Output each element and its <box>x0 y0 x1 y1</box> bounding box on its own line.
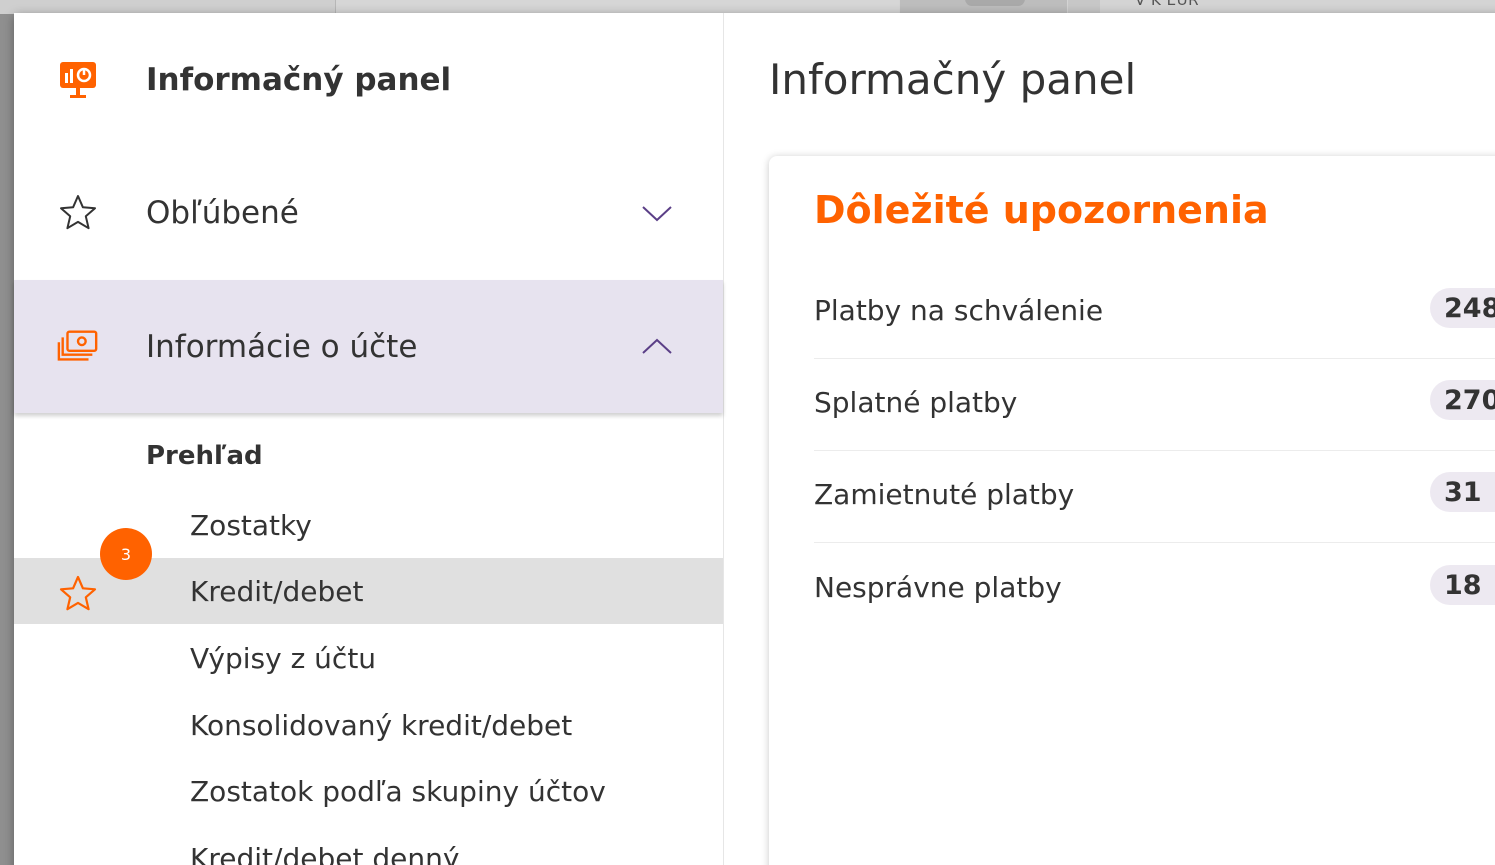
alerts-card: Dôležité upozornenia Platby na schváleni… <box>769 156 1495 865</box>
dashboard-icon <box>56 58 100 102</box>
menu-item-label: Informačný panel <box>146 62 452 98</box>
alert-row-rejected[interactable]: Zamietnuté platby 31 <box>814 450 1495 543</box>
submenu-item-label: Zostatok podľa skupiny účtov <box>190 774 606 808</box>
submenu-item-statements[interactable]: Výpisy z účtu <box>14 625 723 691</box>
alert-row-invalid[interactable]: Nesprávne platby 18 <box>814 543 1495 635</box>
submenu-heading-overview: Prehľad <box>146 441 263 471</box>
chevron-up-icon[interactable] <box>640 337 674 357</box>
accounts-icon <box>56 327 100 367</box>
submenu-item-group-balance[interactable]: Zostatok podľa skupiny účtov <box>14 758 723 824</box>
menu-item-dashboard[interactable]: Informačný panel <box>14 47 723 113</box>
page-title: Informačný panel <box>769 55 1137 104</box>
background-pill <box>965 0 1025 6</box>
menu-item-label: Informácie o účte <box>146 328 418 365</box>
menu-item-favorites[interactable]: Obľúbené <box>14 180 723 246</box>
background-text: V K EUR <box>1135 0 1200 9</box>
submenu-item-label: Výpisy z účtu <box>190 641 377 675</box>
alert-label: Nesprávne platby <box>814 571 1062 604</box>
alert-row-due[interactable]: Splatné platby 270 <box>814 358 1495 451</box>
background-field <box>336 0 899 14</box>
star-outline-orange-icon[interactable] <box>58 574 98 614</box>
alert-count-badge: 248 <box>1430 288 1495 328</box>
submenu-item-label: Konsolidovaný kredit/debet <box>190 708 573 742</box>
star-icon <box>56 193 100 233</box>
submenu-item-daily-credit-debit[interactable]: Kredit/debet denný <box>14 825 723 865</box>
submenu-item-label: Zostatky <box>190 508 312 542</box>
menu-item-label: Obľúbené <box>146 195 299 231</box>
background-field <box>1068 0 1100 14</box>
chevron-down-icon[interactable] <box>640 203 674 223</box>
alert-label: Zamietnuté platby <box>814 478 1075 511</box>
page: V K EUR Informačný panel Obľúbené Inform… <box>0 0 1495 865</box>
alert-label: Platby na schválenie <box>814 294 1104 327</box>
alert-count-badge: 18 <box>1430 565 1495 605</box>
alert-row-approval[interactable]: Platby na schválenie 248 <box>814 266 1495 359</box>
alert-count-badge: 31 <box>1430 472 1495 512</box>
background-field <box>0 0 336 14</box>
menu-item-account-info[interactable]: Informácie o účte <box>14 280 723 413</box>
side-menu: Informačný panel Obľúbené Informácie o ú… <box>14 13 724 865</box>
submenu-item-label: Kredit/debet denný <box>190 841 460 865</box>
alert-count-badge: 270 <box>1430 380 1495 420</box>
navigation-panel: Informačný panel Obľúbené Informácie o ú… <box>14 13 1495 865</box>
card-title: Dôležité upozornenia <box>814 188 1269 232</box>
alert-label: Splatné platby <box>814 386 1018 419</box>
favorites-count-badge: 3 <box>100 528 152 580</box>
submenu-item-consolidated[interactable]: Konsolidovaný kredit/debet <box>14 692 723 758</box>
submenu-item-label: Kredit/debet <box>190 574 364 608</box>
